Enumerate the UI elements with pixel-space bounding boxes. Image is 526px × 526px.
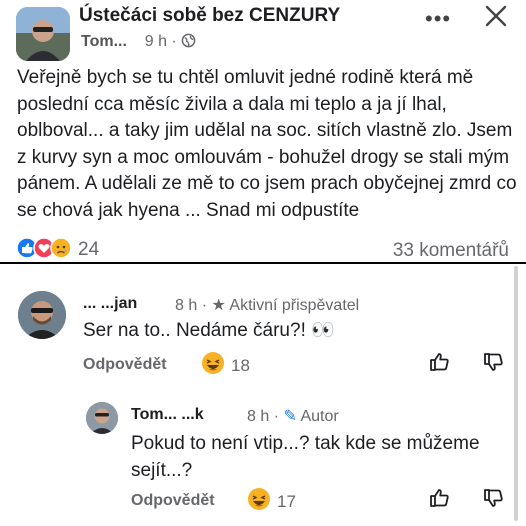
more-dots-icon[interactable]: ••• [425, 6, 451, 32]
like-icon[interactable] [428, 350, 452, 379]
comment-reaction-count: 18 [231, 355, 250, 375]
comment-time[interactable]: 8 h [175, 297, 197, 314]
reply-time[interactable]: 8 h [247, 408, 269, 425]
star-icon: ★ [211, 297, 226, 314]
reply-reaction-count: 17 [277, 491, 296, 511]
reply-button[interactable]: Odpovědět [83, 356, 167, 374]
post-time[interactable]: 9 h [145, 33, 167, 50]
comment-reactions[interactable]: 18 [201, 351, 250, 380]
post-text: Veřejně bych se tu chtěl omluvit jedné r… [17, 67, 517, 221]
post-card: Ústečáci sobě bez CENZURY Tom... 9 h · •… [0, 0, 526, 261]
post-reaction-count: 24 [78, 239, 100, 260]
post-reactions[interactable]: 24 [16, 236, 100, 264]
reply-text: Pokud to není vtip...? tak kde se můžeme… [131, 433, 480, 481]
reply-author[interactable]: Tom... ...k [131, 406, 204, 424]
comment-avatar[interactable] [18, 291, 66, 339]
close-icon[interactable] [484, 4, 508, 33]
comments-count-link[interactable]: 33 komentářů [393, 240, 509, 262]
haha-reaction-icon [201, 351, 225, 380]
comment-badge: Aktivní přispěvatel [229, 297, 360, 314]
sad-reaction-icon [50, 236, 72, 264]
globe-icon [181, 33, 196, 53]
group-title[interactable]: Ústečáci sobě bez CENZURY [79, 5, 340, 27]
reply-avatar[interactable] [86, 402, 118, 434]
haha-reaction-icon [247, 487, 271, 516]
comment-meta: 8 h · ★ Aktivní přispěvatel [175, 297, 360, 314]
divider [0, 262, 526, 264]
like-icon[interactable] [428, 486, 452, 515]
reply-meta: 8 h · ✎ Autor [247, 408, 339, 425]
dislike-icon[interactable] [482, 350, 506, 379]
reply-reactions[interactable]: 17 [247, 487, 296, 516]
post-meta: Tom... 9 h · [81, 33, 196, 53]
reply-button[interactable]: Odpovědět [131, 492, 215, 510]
dislike-icon[interactable] [482, 486, 506, 515]
group-avatar[interactable] [16, 7, 70, 61]
pencil-icon: ✎ [283, 408, 297, 425]
post-author[interactable]: Tom... [81, 33, 127, 50]
comment-author[interactable]: ... ...jan [83, 295, 137, 313]
reply-badge: Autor [300, 408, 339, 425]
scrollbar[interactable] [514, 266, 518, 521]
comment-text: Ser na to.. Nedáme čáru?! 👀 [83, 320, 335, 341]
